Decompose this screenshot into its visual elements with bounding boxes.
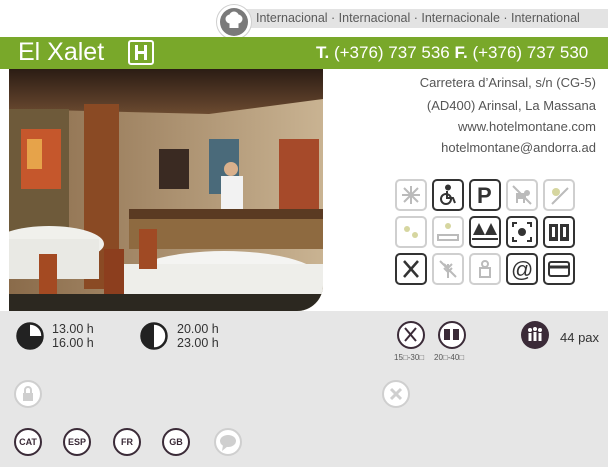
menu-book-icon — [543, 216, 575, 248]
contact-phones: T. (+376) 737 536 F. (+376) 737 530 — [316, 43, 588, 63]
svg-text:P: P — [477, 183, 492, 207]
snowflake-icon — [395, 179, 427, 211]
menu-price: 15□-30□ — [394, 353, 425, 362]
no-gluten-icon — [432, 253, 464, 285]
speech-bubble-icon — [214, 428, 242, 456]
cutlery-icon — [395, 253, 427, 285]
menu-price-icon — [397, 321, 425, 349]
restaurant-photo — [9, 69, 323, 311]
sun-icon — [543, 179, 575, 211]
lock-icon — [14, 380, 42, 408]
carte-price: 20□-40□ — [434, 353, 465, 362]
lunch-start: 13.00 h — [52, 322, 94, 336]
no-dogs-icon — [506, 179, 538, 211]
expand-icon — [506, 216, 538, 248]
language-fr-badge: FR — [113, 428, 141, 456]
credit-card-icon — [543, 253, 575, 285]
phone-label: T. — [316, 43, 330, 62]
phone-number[interactable]: (+376) 737 536 — [334, 43, 450, 62]
lunch-end: 16.00 h — [52, 336, 94, 350]
address-line-2: (AD400) Arinsal, La Massana — [426, 98, 596, 113]
carte-price-icon — [438, 321, 466, 349]
wheelchair-icon — [432, 179, 464, 211]
trees-icon — [469, 216, 501, 248]
website-link[interactable]: www.hotelmontane.com — [458, 119, 596, 134]
dinner-clock-icon — [140, 322, 168, 350]
dinner-start: 20.00 h — [177, 322, 219, 336]
capacity-text: 44 pax — [560, 330, 600, 345]
fax-number: (+376) 737 530 — [472, 43, 589, 62]
fax-label: F. — [454, 43, 468, 62]
capacity-people-icon — [521, 321, 549, 349]
dinner-end: 23.00 h — [177, 336, 219, 350]
address-line-1: Carretera d’Arinsal, s/n (CG-5) — [419, 75, 596, 90]
cuisine-text: Internacional · Internacional · Internac… — [256, 11, 580, 25]
at-icon: @ — [506, 253, 538, 285]
close-icon — [382, 380, 410, 408]
language-gb-badge: GB — [162, 428, 190, 456]
parking-icon: P — [469, 179, 501, 211]
sun-small-icon — [395, 216, 427, 248]
terrace-icon — [432, 216, 464, 248]
chef-icon — [469, 253, 501, 285]
email-link[interactable]: hotelmontane@andorra.ad — [441, 140, 596, 155]
hotel-logo-icon — [128, 40, 154, 65]
language-cat-badge: CAT — [14, 428, 42, 456]
language-esp-badge: ESP — [63, 428, 91, 456]
restaurant-name: El Xalet — [18, 38, 105, 66]
chef-hat-icon — [220, 8, 248, 36]
lunch-clock-icon — [16, 322, 44, 350]
svg-text:@: @ — [511, 257, 533, 281]
